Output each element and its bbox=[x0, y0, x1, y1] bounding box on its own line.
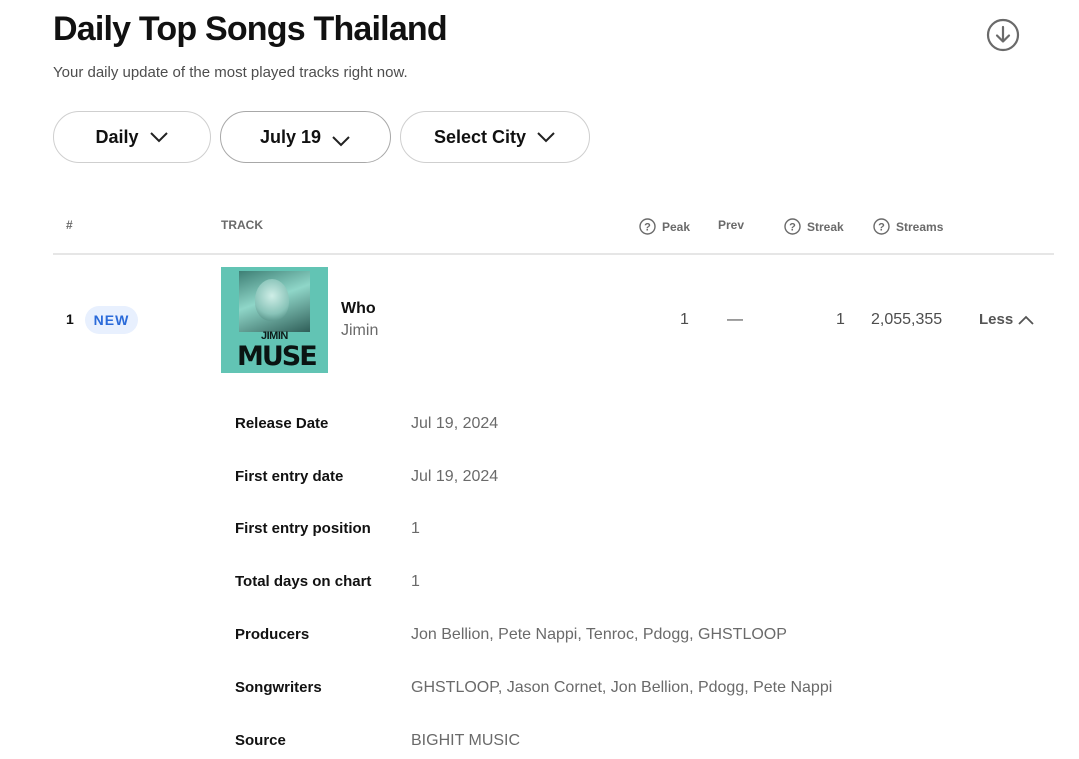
header-track-label: TRACK bbox=[221, 218, 263, 232]
table-divider bbox=[53, 253, 1054, 255]
question-circle-icon: ? bbox=[639, 218, 656, 235]
prev-value: — bbox=[727, 311, 743, 328]
chevron-down-icon bbox=[332, 136, 350, 147]
header-prev-label: Prev bbox=[718, 218, 745, 232]
date-label: July 19 bbox=[259, 126, 322, 147]
detail-label-first-entry-date: First entry date bbox=[235, 468, 344, 485]
question-circle-icon: ? bbox=[873, 218, 890, 235]
detail-value-first-entry-position: 1 bbox=[411, 520, 420, 537]
header-peak[interactable]: ? Peak bbox=[639, 218, 690, 235]
streak-value: 1 bbox=[836, 311, 845, 328]
detail-value-source: BIGHIT MUSIC bbox=[411, 732, 521, 749]
detail-label-first-entry-position: First entry position bbox=[235, 520, 371, 537]
city-dropdown[interactable]: Select City bbox=[400, 111, 590, 163]
header-prev: Prev bbox=[718, 218, 744, 232]
header-peak-label: Peak bbox=[662, 219, 691, 234]
page-title: Daily Top Songs Thailand bbox=[53, 10, 448, 48]
header-streak-label: Streak bbox=[807, 219, 844, 234]
detail-label-release-date: Release Date bbox=[235, 415, 329, 432]
chevron-down-icon bbox=[149, 132, 168, 143]
svg-text:?: ? bbox=[878, 222, 885, 234]
download-circle-icon bbox=[986, 18, 1020, 52]
track-title[interactable]: Who bbox=[341, 300, 376, 318]
detail-value-songwriters: GHSTLOOP, Jason Cornet, Jon Bellion, Pdo… bbox=[411, 679, 833, 696]
header-rank: # bbox=[66, 218, 73, 232]
detail-label-songwriters: Songwriters bbox=[235, 679, 322, 696]
detail-value-release-date: Jul 19, 2024 bbox=[411, 415, 499, 432]
cover-album-text: MUSE bbox=[237, 341, 318, 372]
question-circle-icon: ? bbox=[784, 218, 801, 235]
detail-label-source: Source bbox=[235, 732, 286, 749]
detail-value-first-entry-date: Jul 19, 2024 bbox=[411, 468, 499, 485]
cover-portrait bbox=[255, 279, 289, 321]
detail-label-producers: Producers bbox=[235, 626, 310, 643]
less-toggle-label: Less bbox=[979, 311, 1014, 328]
page-subtitle: Your daily update of the most played tra… bbox=[53, 64, 408, 81]
city-label: Select City bbox=[433, 126, 527, 147]
date-dropdown[interactable]: July 19 bbox=[220, 111, 391, 163]
detail-value-producers: Jon Bellion, Pete Nappi, Tenroc, Pdogg, … bbox=[411, 626, 787, 643]
streams-value: 2,055,355 bbox=[871, 311, 943, 328]
frequency-dropdown[interactable]: Daily bbox=[53, 111, 211, 163]
track-artist[interactable]: Jimin bbox=[341, 322, 378, 340]
svg-text:?: ? bbox=[644, 222, 651, 234]
header-streak[interactable]: ? Streak bbox=[784, 218, 844, 235]
header-streams[interactable]: ? Streams bbox=[873, 218, 943, 235]
row-rank: 1 bbox=[66, 311, 74, 327]
header-track: TRACK bbox=[221, 218, 263, 232]
album-cover[interactable]: JIMIN MUSE bbox=[221, 267, 328, 373]
detail-label-total-days: Total days on chart bbox=[235, 573, 372, 590]
chevron-down-icon bbox=[537, 132, 555, 143]
header-streams-label: Streams bbox=[896, 219, 944, 234]
download-button[interactable] bbox=[986, 18, 1020, 52]
chevron-up-icon bbox=[1018, 315, 1034, 325]
peak-value: 1 bbox=[680, 311, 689, 328]
less-toggle-button[interactable]: Less bbox=[979, 311, 1035, 328]
frequency-label: Daily bbox=[95, 126, 139, 147]
new-badge: NEW bbox=[85, 306, 138, 334]
header-rank-label: # bbox=[66, 218, 73, 232]
svg-text:?: ? bbox=[789, 222, 796, 234]
detail-value-total-days: 1 bbox=[411, 573, 420, 590]
